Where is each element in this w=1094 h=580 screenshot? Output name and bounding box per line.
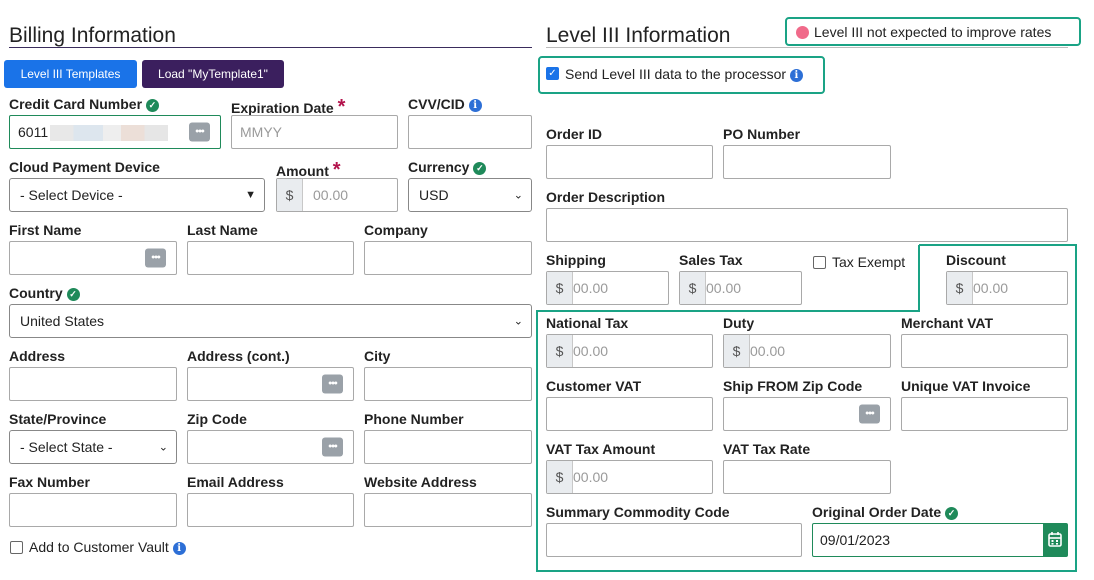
dollar-prefix: $ [680,272,706,304]
vat-tax-rate-input[interactable] [723,460,891,494]
dollar-prefix: $ [547,272,573,304]
calendar-button[interactable] [1043,524,1067,556]
shipping-input[interactable]: $ 00.00 [546,271,669,305]
sales-tax-input[interactable]: $ 00.00 [679,271,802,305]
original-order-date-input[interactable]: 09/01/2023 [812,523,1068,557]
dollar-prefix: $ [724,335,750,367]
summary-commodity-input[interactable] [546,523,802,557]
calendar-icon [1048,532,1062,547]
customer-vat-input[interactable] [546,397,713,431]
discount-input[interactable]: $ 00.00 [946,271,1068,305]
ship-from-zip-label: Ship FROM Zip Code [723,378,863,394]
unique-vat-invoice-label: Unique VAT Invoice [901,378,1031,394]
summary-commodity-label: Summary Commodity Code [546,504,730,520]
customer-vat-label: Customer VAT [546,378,642,394]
check-circle-icon: ✓ [945,506,959,520]
shipping-label: Shipping [546,252,606,268]
original-order-date-label: Original Order Date ✓ [812,504,959,520]
tax-exempt-checkbox[interactable] [813,256,826,269]
dollar-prefix: $ [547,335,573,367]
dollar-prefix: $ [547,461,573,493]
discount-label: Discount [946,252,1006,268]
dollar-prefix: $ [947,272,973,304]
autofill-icon[interactable]: ••• [859,404,880,424]
tax-exempt-label: Tax Exempt [832,254,906,270]
sales-tax-label: Sales Tax [679,252,743,268]
vat-tax-rate-label: VAT Tax Rate [723,441,811,457]
vat-tax-amount-input[interactable]: $ 00.00 [546,460,713,494]
national-tax-input[interactable]: $ 00.00 [546,334,713,368]
duty-input[interactable]: $ 00.00 [723,334,891,368]
merchant-vat-input[interactable] [901,334,1068,368]
unique-vat-invoice-input[interactable] [901,397,1068,431]
merchant-vat-label: Merchant VAT [901,315,994,331]
ship-from-zip-input[interactable]: ••• [723,397,891,431]
national-tax-label: National Tax [546,315,629,331]
duty-label: Duty [723,315,755,331]
vat-tax-amount-label: VAT Tax Amount [546,441,656,457]
